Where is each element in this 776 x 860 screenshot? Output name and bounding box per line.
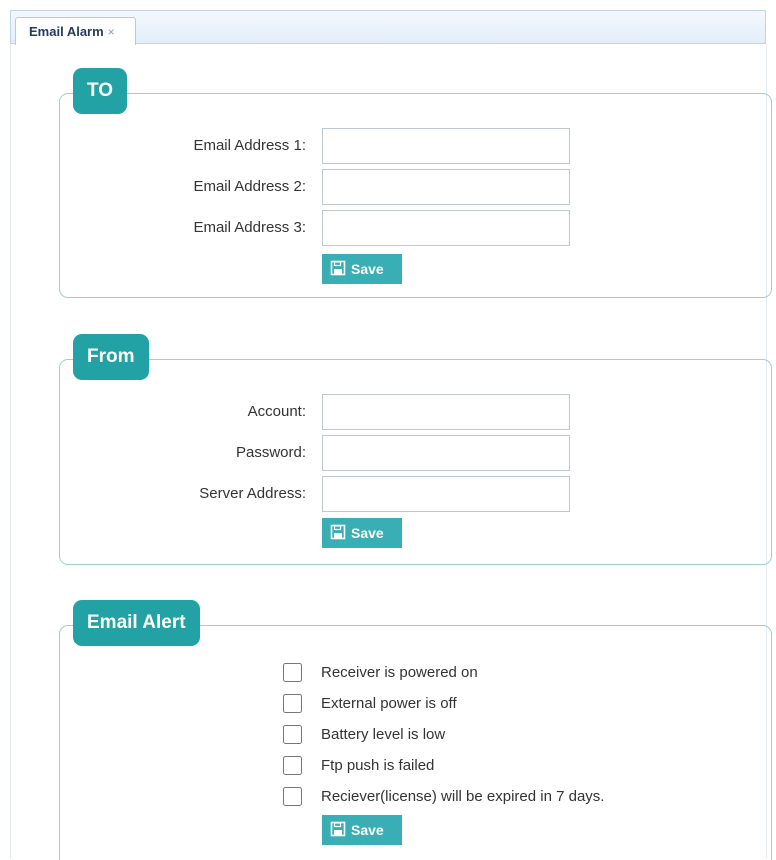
save-label: Save (351, 525, 384, 541)
alert-option-row: Ftp push is failed (60, 754, 771, 778)
ftp-push-failed-label: Ftp push is failed (321, 757, 435, 774)
alert-save-button[interactable]: Save (322, 815, 402, 845)
email-address-3-label: Email Address 3: (193, 219, 306, 236)
password-row: Password: (60, 435, 771, 471)
save-label: Save (351, 822, 384, 838)
external-power-off-label: External power is off (321, 695, 457, 712)
password-label: Password: (235, 444, 306, 461)
alert-option-row: External power is off (60, 692, 771, 716)
receiver-powered-on-label: Receiver is powered on (321, 664, 478, 681)
to-save-button[interactable]: Save (322, 254, 402, 284)
to-group: TO Email Address 1: Email Address 2: Ema… (59, 68, 772, 298)
account-label: Account: (247, 403, 306, 420)
external-power-off-checkbox[interactable] (283, 694, 302, 713)
save-icon (330, 524, 346, 543)
email-address-2-row: Email Address 2: (60, 169, 771, 205)
server-address-label: Server Address: (199, 485, 306, 502)
tab-email-alarm[interactable]: Email Alarm × (15, 17, 136, 45)
receiver-powered-on-checkbox[interactable] (283, 663, 302, 682)
server-address-row: Server Address: (60, 476, 771, 512)
tab-bar: Email Alarm × (10, 10, 766, 45)
from-legend: From (73, 334, 149, 380)
email-alert-legend: Email Alert (73, 600, 200, 646)
password-field[interactable] (322, 435, 570, 471)
email-address-2-field[interactable] (322, 169, 570, 205)
email-address-2-label: Email Address 2: (193, 178, 306, 195)
email-address-3-field[interactable] (322, 210, 570, 246)
account-field[interactable] (322, 394, 570, 430)
battery-low-checkbox[interactable] (283, 725, 302, 744)
close-icon[interactable]: × (108, 25, 115, 39)
save-label: Save (351, 261, 384, 277)
panel-left-border (10, 44, 11, 859)
email-address-3-row: Email Address 3: (60, 210, 771, 246)
email-address-1-field[interactable] (322, 128, 570, 164)
ftp-push-failed-checkbox[interactable] (283, 756, 302, 775)
license-expiry-checkbox[interactable] (283, 787, 302, 806)
server-address-field[interactable] (322, 476, 570, 512)
alert-option-row: Receiver is powered on (60, 661, 771, 685)
from-group: From Account: Password: Server Address: … (59, 334, 772, 565)
email-alert-group: Email Alert Receiver is powered on Exter… (59, 600, 772, 860)
alert-option-row: Battery level is low (60, 723, 771, 747)
to-legend: TO (73, 68, 128, 114)
account-row: Account: (60, 394, 771, 430)
battery-low-label: Battery level is low (321, 726, 446, 743)
save-icon (330, 821, 346, 840)
license-expiry-label: Reciever(license) will be expired in 7 d… (321, 788, 605, 805)
email-address-1-row: Email Address 1: (60, 128, 771, 164)
from-save-button[interactable]: Save (322, 518, 402, 548)
email-address-1-label: Email Address 1: (193, 137, 306, 154)
alert-option-row: Reciever(license) will be expired in 7 d… (60, 785, 771, 809)
tab-label: Email Alarm (29, 24, 104, 39)
save-icon (330, 260, 346, 279)
